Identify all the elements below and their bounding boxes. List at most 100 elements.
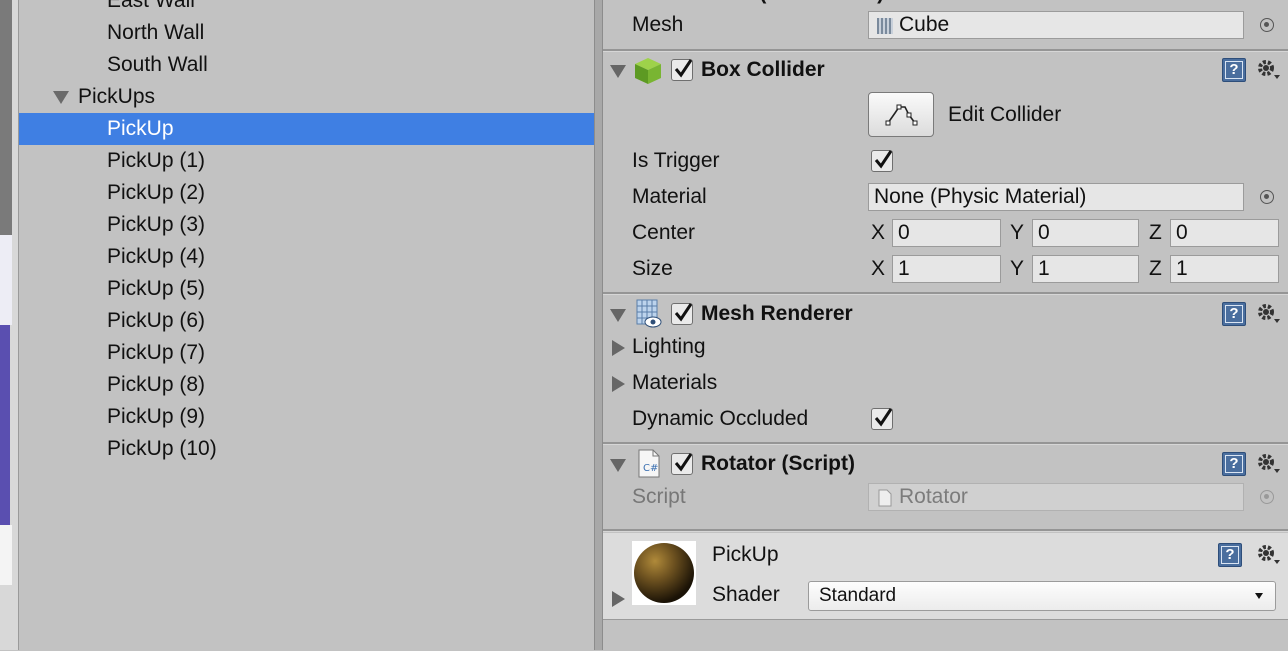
center-x-value: 0 bbox=[898, 221, 910, 244]
dynamic-occluded-checkbox[interactable] bbox=[871, 408, 893, 430]
hierarchy-panel[interactable]: East Wall North Wall South Wall PickUps … bbox=[19, 0, 594, 650]
materials-foldout[interactable]: Materials bbox=[603, 368, 1288, 400]
hierarchy-item-pickup-9[interactable]: PickUp (9) bbox=[19, 401, 594, 433]
edit-collider-label: Edit Collider bbox=[948, 103, 1062, 126]
hierarchy-item-label: PickUp (7) bbox=[107, 341, 206, 364]
hierarchy-item-label: PickUp (9) bbox=[107, 405, 206, 428]
mesh-renderer-enabled-checkbox[interactable] bbox=[671, 303, 693, 325]
help-book-icon[interactable]: ? bbox=[1222, 302, 1246, 326]
checkmark-icon bbox=[874, 408, 893, 427]
hierarchy-item-pickup-6[interactable]: PickUp (6) bbox=[19, 305, 594, 337]
box-collider-enabled-checkbox[interactable] bbox=[671, 59, 693, 81]
hierarchy-item-pickup-4[interactable]: PickUp (4) bbox=[19, 241, 594, 273]
mesh-renderer-title: Mesh Renderer bbox=[701, 302, 853, 325]
panel-splitter[interactable] bbox=[594, 0, 603, 650]
size-z-field[interactable]: 1 bbox=[1170, 255, 1279, 283]
hierarchy-item-pickup-3[interactable]: PickUp (3) bbox=[19, 209, 594, 241]
hierarchy-item-label: North Wall bbox=[107, 21, 205, 44]
gear-icon[interactable] bbox=[1256, 58, 1282, 82]
help-book-icon[interactable]: ? bbox=[1222, 452, 1246, 476]
hierarchy-item-pickup-selected[interactable]: PickUp bbox=[19, 113, 594, 145]
mesh-filter-header[interactable]: Cube (Mesh Filter) bbox=[603, 0, 1288, 8]
foldout-triangle-icon[interactable] bbox=[610, 65, 626, 78]
material-preview[interactable] bbox=[632, 541, 696, 605]
center-x-field[interactable]: 0 bbox=[892, 219, 1001, 247]
size-x-value: 1 bbox=[898, 257, 910, 280]
script-label: Script bbox=[632, 485, 686, 508]
hierarchy-item-label: PickUp (8) bbox=[107, 373, 206, 396]
box-collider-title: Box Collider bbox=[701, 58, 825, 81]
center-z-field[interactable]: 0 bbox=[1170, 219, 1279, 247]
hierarchy-item-label: PickUp bbox=[107, 117, 174, 140]
physic-material-field[interactable]: None (Physic Material) bbox=[868, 183, 1244, 211]
hierarchy-item-pickup-7[interactable]: PickUp (7) bbox=[19, 337, 594, 369]
foldout-triangle-icon[interactable] bbox=[610, 309, 626, 322]
rotator-script-header[interactable]: C# Rotator (Script) ? bbox=[603, 446, 1288, 482]
mesh-icon bbox=[877, 18, 893, 34]
script-field: Rotator bbox=[868, 483, 1244, 511]
checkmark-icon bbox=[874, 150, 893, 169]
hierarchy-item-label: PickUps bbox=[78, 85, 156, 108]
hierarchy-item-label: PickUp (3) bbox=[107, 213, 206, 236]
mesh-label: Mesh bbox=[632, 13, 684, 36]
rotator-enabled-checkbox[interactable] bbox=[671, 453, 693, 475]
help-book-icon[interactable]: ? bbox=[1222, 58, 1246, 82]
component-divider bbox=[603, 442, 1288, 445]
center-y-value: 0 bbox=[1038, 221, 1050, 244]
material-section: PickUp ? Shader Standard bbox=[603, 533, 1288, 619]
shader-label: Shader bbox=[712, 583, 780, 606]
mesh-renderer-header[interactable]: Mesh Renderer ? bbox=[603, 296, 1288, 332]
center-label: Center bbox=[632, 221, 696, 244]
mesh-field[interactable]: Cube bbox=[868, 11, 1244, 39]
csharp-script-icon: C# bbox=[638, 449, 660, 478]
expand-triangle-icon[interactable] bbox=[612, 340, 625, 356]
center-y-label: Y bbox=[1010, 221, 1025, 244]
shader-dropdown[interactable]: Standard bbox=[808, 581, 1276, 611]
shader-value: Standard bbox=[819, 585, 897, 606]
mesh-filter-title: Cube (Mesh Filter) bbox=[701, 0, 884, 8]
size-x-label: X bbox=[871, 257, 886, 280]
hierarchy-item-pickup-8[interactable]: PickUp (8) bbox=[19, 369, 594, 401]
object-picker-icon bbox=[1260, 490, 1274, 504]
hierarchy-item-south-wall[interactable]: South Wall bbox=[19, 49, 594, 81]
hierarchy-item-pickup-10[interactable]: PickUp (10) bbox=[19, 433, 594, 465]
hierarchy-item-label: East Wall bbox=[107, 0, 195, 12]
gear-icon[interactable] bbox=[1256, 302, 1282, 326]
hierarchy-item-pickup-1[interactable]: PickUp (1) bbox=[19, 145, 594, 177]
hierarchy-item-label: PickUp (2) bbox=[107, 181, 206, 204]
expand-triangle-icon[interactable] bbox=[612, 591, 625, 607]
size-x-field[interactable]: 1 bbox=[892, 255, 1001, 283]
material-label: Material bbox=[632, 185, 707, 208]
hierarchy-item-pickups[interactable]: PickUps bbox=[19, 81, 594, 113]
gear-icon[interactable] bbox=[1256, 543, 1282, 567]
expand-triangle-icon[interactable] bbox=[612, 376, 625, 392]
gear-icon[interactable] bbox=[1256, 452, 1282, 476]
checkmark-icon bbox=[674, 453, 693, 472]
green-cube-icon bbox=[635, 58, 661, 84]
is-trigger-label: Is Trigger bbox=[632, 149, 720, 172]
dynamic-occluded-label: Dynamic Occluded bbox=[632, 407, 809, 430]
foldout-triangle-icon[interactable] bbox=[610, 459, 626, 472]
hierarchy-item-label: PickUp (4) bbox=[107, 245, 206, 268]
hierarchy-item-pickup-2[interactable]: PickUp (2) bbox=[19, 177, 594, 209]
hierarchy-item-east-wall[interactable]: East Wall bbox=[19, 0, 594, 17]
hierarchy-item-label: PickUp (1) bbox=[107, 149, 206, 172]
box-collider-header[interactable]: Box Collider ? bbox=[603, 52, 1288, 88]
center-y-field[interactable]: 0 bbox=[1032, 219, 1139, 247]
mesh-grid-icon bbox=[636, 299, 662, 328]
lighting-label: Lighting bbox=[632, 335, 706, 358]
object-picker-icon[interactable] bbox=[1260, 18, 1274, 32]
physic-material-value: None (Physic Material) bbox=[874, 185, 1087, 208]
edit-collider-icon bbox=[885, 104, 918, 126]
is-trigger-checkbox[interactable] bbox=[871, 150, 893, 172]
script-value: Rotator bbox=[899, 485, 968, 508]
size-z-value: 1 bbox=[1176, 257, 1188, 280]
edit-collider-button[interactable] bbox=[868, 92, 934, 137]
expand-triangle-icon[interactable] bbox=[53, 91, 69, 104]
lighting-foldout[interactable]: Lighting bbox=[603, 332, 1288, 364]
hierarchy-item-pickup-5[interactable]: PickUp (5) bbox=[19, 273, 594, 305]
size-y-field[interactable]: 1 bbox=[1032, 255, 1139, 283]
object-picker-icon[interactable] bbox=[1260, 190, 1274, 204]
hierarchy-item-north-wall[interactable]: North Wall bbox=[19, 17, 594, 49]
help-book-icon[interactable]: ? bbox=[1218, 543, 1242, 567]
